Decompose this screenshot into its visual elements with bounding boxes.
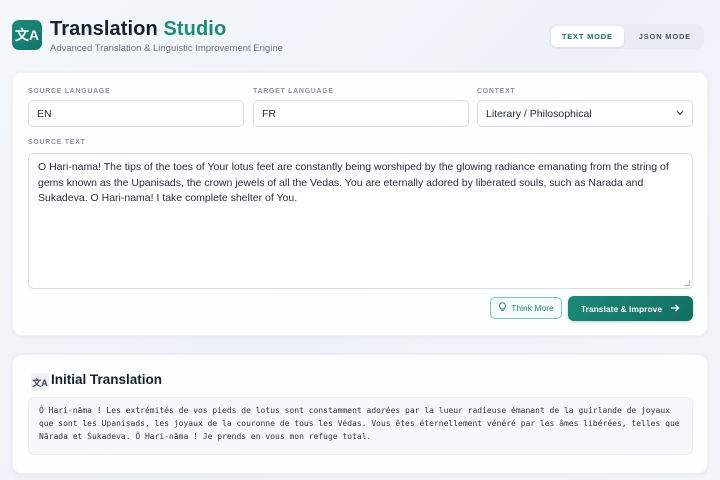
context-label: CONTEXT [477, 88, 516, 95]
app-title-main: Translation [50, 18, 164, 40]
source-language-input[interactable]: EN [28, 100, 244, 127]
translate-improve-button[interactable]: Translate & Improve [568, 296, 693, 321]
context-select[interactable]: Literary / Philosophical [477, 100, 693, 127]
json-mode-button[interactable]: JSON MODE [628, 26, 702, 47]
context-select-value: Literary / Philosophical [486, 107, 592, 120]
app-header: 文A Translation Studio Advanced Translati… [12, 18, 704, 58]
target-language-input[interactable]: FR [253, 100, 469, 127]
app-subtitle: Advanced Translation & Linguistic Improv… [50, 43, 283, 54]
translate-icon: 文A [31, 373, 49, 391]
translation-output: Ô Hari-nāma ! Les extrémités de vos pied… [28, 397, 693, 455]
lightbulb-icon [498, 302, 507, 314]
think-more-label: Think More [511, 303, 554, 313]
translate-improve-label: Translate & Improve [580, 303, 663, 314]
app-title: Translation Studio [50, 18, 226, 41]
app-title-accent: Studio [163, 18, 227, 40]
target-language-label: TARGET LANGUAGE [253, 88, 334, 95]
input-card: SOURCE LANGUAGE EN TARGET LANGUAGE FR CO… [12, 72, 708, 336]
output-card: 文A Initial Translation Ô Hari-nāma ! Les… [12, 354, 708, 474]
source-text-area[interactable]: O Hari-nama! The tips of the toes of You… [28, 153, 693, 289]
source-text-content: O Hari-nama! The tips of the toes of You… [38, 161, 669, 204]
resize-handle[interactable] [684, 280, 690, 286]
text-mode-button[interactable]: TEXT MODE [550, 26, 624, 47]
output-title: Initial Translation [51, 372, 163, 387]
translate-icon: 文A [12, 20, 42, 50]
source-text-label: SOURCE TEXT [28, 139, 86, 146]
mode-toggle: TEXT MODE JSON MODE [548, 24, 704, 49]
chevron-down-icon [676, 109, 684, 118]
source-language-label: SOURCE LANGUAGE [28, 88, 111, 95]
arrow-right-icon [670, 304, 680, 314]
think-more-button[interactable]: Think More [490, 297, 562, 319]
